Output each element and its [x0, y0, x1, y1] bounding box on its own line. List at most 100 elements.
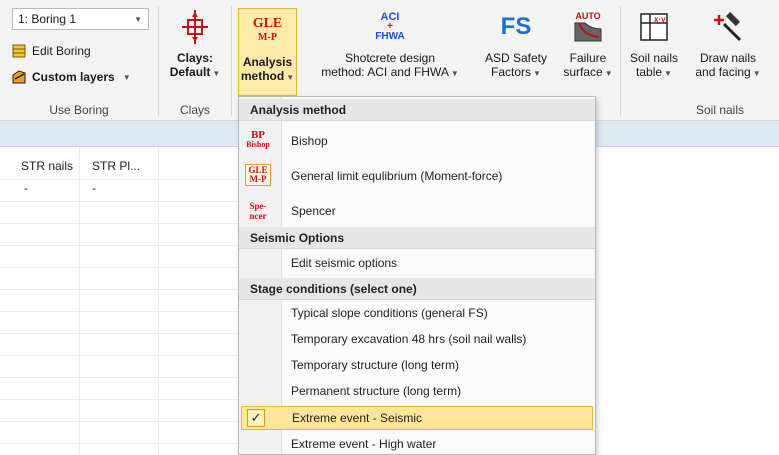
fs-icon: FS — [500, 13, 532, 40]
menu-item-label: Edit seismic options — [291, 256, 398, 270]
chevron-down-icon: ▼ — [604, 69, 613, 78]
xy-table-icon: x·y — [640, 13, 668, 41]
soil-nails-table-label-line2: table — [636, 65, 663, 79]
failure-label-line1: Failure — [569, 51, 607, 65]
chevron-down-icon: ▼ — [122, 72, 131, 82]
bishop-icon: BP Bishop — [246, 129, 270, 150]
chevron-down-icon: ▼ — [134, 15, 142, 24]
custom-layers-label: Custom layers — [32, 70, 115, 84]
check-icon: ✓ — [247, 409, 265, 427]
column-header-str-pl[interactable]: STR Pl... — [92, 159, 140, 173]
grid-row-divider — [0, 399, 240, 400]
failure-surface-button[interactable]: AUTO Failure surface ▼ — [560, 5, 616, 93]
menu-header-analysis-method: Analysis method — [239, 99, 595, 121]
grid-row-divider — [0, 377, 240, 378]
group-label-use-boring: Use Boring — [49, 103, 109, 117]
grid-row-divider — [0, 289, 240, 290]
asd-safety-factors-button[interactable]: FS ASD Safety Factors ▼ — [481, 5, 551, 93]
svg-text:x·y: x·y — [654, 15, 666, 24]
boring-select[interactable]: 1: Boring 1 ▼ — [12, 8, 149, 30]
grid-row-divider — [0, 245, 240, 246]
menu-item-stage-permanent-structure[interactable]: Permanent structure (long term) — [239, 380, 595, 404]
menu-item-label: Spencer — [291, 204, 336, 218]
edit-boring-button[interactable]: Edit Boring — [12, 40, 91, 62]
asd-label-line2: Factors — [491, 65, 532, 79]
menu-header-stage-conditions: Stage conditions (select one) — [239, 278, 595, 300]
menu-item-edit-seismic[interactable]: Edit seismic options — [239, 252, 595, 276]
custom-layers-button[interactable]: Custom layers ▼ — [12, 66, 131, 88]
table-cell[interactable]: - — [92, 181, 96, 195]
clays-button[interactable]: Clays: Default ▼ — [165, 5, 225, 93]
chevron-down-icon: ▼ — [450, 69, 459, 78]
menu-item-label: Extreme event - Seismic — [292, 411, 423, 425]
grid-row-divider — [0, 223, 240, 224]
spencer-icon: Spe-ncer — [249, 201, 267, 221]
clays-label-line2: Default — [169, 65, 211, 79]
menu-item-label: Bishop — [291, 134, 328, 148]
boring-layers-icon — [12, 44, 26, 58]
analysis-method-button[interactable]: GLE M-P Analysis method ▼ — [238, 8, 297, 96]
grid-row-divider — [0, 201, 240, 202]
menu-item-label: Temporary excavation 48 hrs (soil nail w… — [291, 332, 527, 346]
shotcrete-label-line1: Shotcrete design — [344, 51, 436, 65]
grid-row-divider — [0, 421, 240, 422]
grid-row-divider — [0, 311, 240, 312]
clay-layer-icon — [182, 10, 208, 44]
grid-row-divider — [0, 443, 240, 444]
menu-item-stage-extreme-seismic[interactable]: ✓ Extreme event - Seismic — [241, 406, 593, 430]
asd-label-line1: ASD Safety — [484, 51, 548, 65]
analysis-label-line1: Analysis — [242, 55, 293, 69]
chevron-down-icon: ▼ — [533, 69, 541, 78]
table-cell[interactable]: - — [24, 181, 28, 195]
menu-item-label: Permanent structure (long term) — [291, 384, 462, 398]
group-soil-nails: x·y Soil nails table ▼ Draw nails and fa… — [621, 0, 779, 121]
grid-row-divider — [0, 333, 240, 334]
custom-layers-icon — [12, 70, 26, 84]
menu-item-bishop[interactable]: BP Bishop Bishop — [239, 124, 595, 158]
auto-failure-icon: AUTO — [560, 5, 616, 49]
gle-mp-icon: GLE M-P — [245, 164, 271, 186]
menu-item-stage-temporary-structure[interactable]: Temporary structure (long term) — [239, 354, 595, 378]
ribbon-divider — [231, 6, 232, 116]
grid-row-divider — [0, 179, 240, 180]
menu-header-seismic-options: Seismic Options — [239, 227, 595, 249]
gle-mp-icon: GLE M-P — [252, 16, 283, 44]
grid-row-divider — [0, 355, 240, 356]
group-label-soil-nails: Soil nails — [695, 103, 745, 117]
group-use-boring: 1: Boring 1 ▼ Edit Boring Custom layers … — [0, 0, 158, 121]
draw-nails-button[interactable]: Draw nails and facing ▼ — [685, 5, 771, 93]
menu-item-gle[interactable]: GLE M-P General limit equlibrium (Moment-… — [239, 159, 595, 193]
menu-item-spencer[interactable]: Spe-ncer Spencer — [239, 194, 595, 228]
shotcrete-design-button[interactable]: ACI + FHWA Shotcrete design method: ACI … — [310, 5, 470, 93]
chevron-down-icon: ▼ — [212, 69, 221, 78]
chevron-down-icon: ▼ — [664, 69, 672, 78]
soil-nails-table-label-line1: Soil nails — [629, 51, 679, 65]
menu-item-stage-extreme-high-water[interactable]: Extreme event - High water — [239, 433, 595, 454]
group-clays: Clays: Default ▼ Clays — [159, 0, 231, 121]
grid-column-divider — [79, 147, 80, 455]
shotcrete-label-line2: method: ACI and FHWA — [321, 65, 449, 79]
aci-fhwa-icon: ACI + FHWA — [375, 11, 405, 42]
app-window: 1: Boring 1 ▼ Edit Boring Custom layers … — [0, 0, 779, 455]
grid-row-divider — [0, 267, 240, 268]
grid-column-divider — [158, 147, 159, 455]
column-header-str-nails[interactable]: STR nails — [21, 159, 73, 173]
chevron-down-icon: ▼ — [752, 69, 761, 78]
failure-label-line2: surface — [563, 65, 603, 79]
group-label-clays: Clays — [179, 103, 210, 117]
draw-nails-label-line1: Draw nails — [699, 51, 756, 65]
analysis-label-line2: method — [240, 69, 285, 83]
edit-boring-label: Edit Boring — [32, 44, 91, 58]
chevron-down-icon: ▼ — [286, 73, 295, 82]
menu-item-label: Extreme event - High water — [291, 437, 437, 451]
menu-item-stage-temporary-excavation[interactable]: Temporary excavation 48 hrs (soil nail w… — [239, 328, 595, 352]
clays-label-line1: Clays: — [176, 51, 214, 65]
menu-item-label: Temporary structure (long term) — [291, 358, 460, 372]
menu-item-stage-typical-slope[interactable]: Typical slope conditions (general FS) — [239, 302, 595, 326]
menu-item-label: Typical slope conditions (general FS) — [291, 306, 488, 320]
soil-nails-table-button[interactable]: x·y Soil nails table ▼ — [625, 5, 683, 93]
boring-select-value: 1: Boring 1 — [18, 12, 77, 26]
analysis-method-menu: Analysis method BP Bishop Bishop GLE M-P … — [238, 96, 596, 455]
draw-nails-label-line2: and facing — [695, 65, 751, 79]
menu-item-label: General limit equlibrium (Moment-force) — [291, 169, 503, 183]
